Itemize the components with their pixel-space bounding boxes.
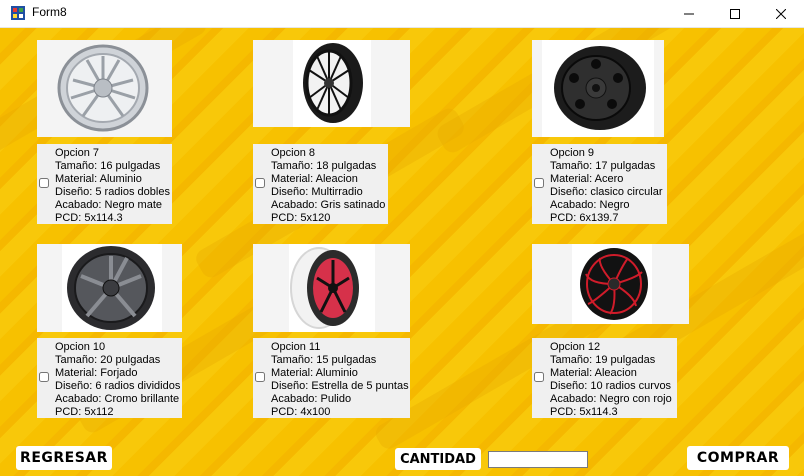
minimize-icon xyxy=(684,13,694,14)
option-material: Material: Acero xyxy=(550,173,624,185)
title-bar[interactable]: Form8 xyxy=(0,0,804,28)
option-card-7: Opcion 7 Tamaño: 16 pulgadas Material: A… xyxy=(37,144,172,224)
close-icon xyxy=(776,8,786,19)
option-pcd: PCD: 5x120 xyxy=(271,212,331,224)
option-card-8: Opcion 8 Tamaño: 18 pulgadas Material: A… xyxy=(253,144,388,224)
option-pcd: PCD: 5x114.3 xyxy=(550,406,618,418)
wheel-image-opcion-10 xyxy=(37,244,182,332)
option-card-11: Opcion 11 Tamaño: 15 pulgadas Material: … xyxy=(253,338,410,418)
option-name: Opcion 8 xyxy=(271,147,316,159)
option-name: Opcion 9 xyxy=(550,147,595,159)
option-design: Diseño: clasico circular xyxy=(550,186,663,198)
option-design: Diseño: Estrella de 5 puntas xyxy=(271,380,409,392)
select-opcion-9-checkbox[interactable] xyxy=(534,178,544,188)
option-pcd: PCD: 5x112 xyxy=(55,406,114,418)
option-size: Tamaño: 16 pulgadas xyxy=(55,160,161,172)
maximize-icon xyxy=(730,8,740,19)
steel-wheel-icon xyxy=(542,40,654,137)
option-design: Diseño: 10 radios curvos xyxy=(550,380,672,392)
option-size: Tamaño: 19 pulgadas xyxy=(550,354,656,366)
gunmetal-wheel-icon xyxy=(62,244,162,332)
option-pcd: PCD: 6x139.7 xyxy=(550,212,619,224)
option-size: Tamaño: 15 pulgadas xyxy=(271,354,377,366)
option-card-12: Opcion 12 Tamaño: 19 pulgadas Material: … xyxy=(532,338,677,418)
option-design: Diseño: 5 radios dobles xyxy=(55,186,170,198)
wheel-image-opcion-11 xyxy=(253,244,410,332)
buy-button[interactable]: COMPRAR xyxy=(687,446,789,470)
option-finish: Acabado: Gris satinado xyxy=(271,199,386,211)
option-material: Material: Aleacion xyxy=(271,173,358,185)
option-name: Opcion 7 xyxy=(55,147,100,159)
select-opcion-8-checkbox[interactable] xyxy=(255,178,265,188)
option-material: Material: Aluminio xyxy=(271,367,358,379)
back-button[interactable]: REGRESAR xyxy=(16,446,112,470)
close-button[interactable] xyxy=(758,0,804,27)
option-name: Opcion 11 xyxy=(271,341,321,353)
window-title: Form8 xyxy=(32,5,67,19)
wheel-image-opcion-7 xyxy=(37,40,172,137)
select-opcion-7-checkbox[interactable] xyxy=(39,178,49,188)
black-multispoke-wheel-icon xyxy=(293,40,371,127)
option-finish: Acabado: Negro con rojo xyxy=(550,393,672,405)
minimize-button[interactable] xyxy=(666,0,712,27)
maximize-button[interactable] xyxy=(712,0,758,27)
quantity-input[interactable] xyxy=(488,451,588,468)
wheel-image-opcion-12 xyxy=(532,244,689,324)
option-finish: Acabado: Negro xyxy=(550,199,630,211)
option-size: Tamaño: 20 pulgadas xyxy=(55,354,161,366)
wheel-image-opcion-8 xyxy=(253,40,410,127)
option-material: Material: Aleacion xyxy=(550,367,637,379)
form8-window: Form8 Opcion 7 Tamaño: 16 pulgadas Mater… xyxy=(0,0,804,476)
black-red-wheel-icon xyxy=(572,244,652,324)
option-size: Tamaño: 18 pulgadas xyxy=(271,160,377,172)
option-size: Tamaño: 17 pulgadas xyxy=(550,160,656,172)
select-opcion-11-checkbox[interactable] xyxy=(255,372,265,382)
option-name: Opcion 12 xyxy=(550,341,601,353)
quantity-label: CANTIDAD xyxy=(395,448,481,470)
option-material: Material: Aluminio xyxy=(55,173,142,185)
chrome-wheel-icon xyxy=(57,44,149,132)
wheel-image-opcion-9 xyxy=(532,40,664,137)
option-pcd: PCD: 5x114.3 xyxy=(55,212,123,224)
select-opcion-12-checkbox[interactable] xyxy=(534,372,544,382)
app-icon xyxy=(11,6,25,20)
option-design: Diseño: 6 radios divididos xyxy=(55,380,181,392)
red-white-wheel-icon xyxy=(289,244,375,332)
option-finish: Acabado: Pulido xyxy=(271,393,352,405)
option-material: Material: Forjado xyxy=(55,367,138,379)
select-opcion-10-checkbox[interactable] xyxy=(39,372,49,382)
option-card-10: Opcion 10 Tamaño: 20 pulgadas Material: … xyxy=(37,338,182,418)
option-finish: Acabado: Cromo brillante xyxy=(55,393,180,405)
option-pcd: PCD: 4x100 xyxy=(271,406,331,418)
option-name: Opcion 10 xyxy=(55,341,106,353)
option-card-9: Opcion 9 Tamaño: 17 pulgadas Material: A… xyxy=(532,144,667,224)
option-design: Diseño: Multirradio xyxy=(271,186,363,198)
option-finish: Acabado: Negro mate xyxy=(55,199,163,211)
